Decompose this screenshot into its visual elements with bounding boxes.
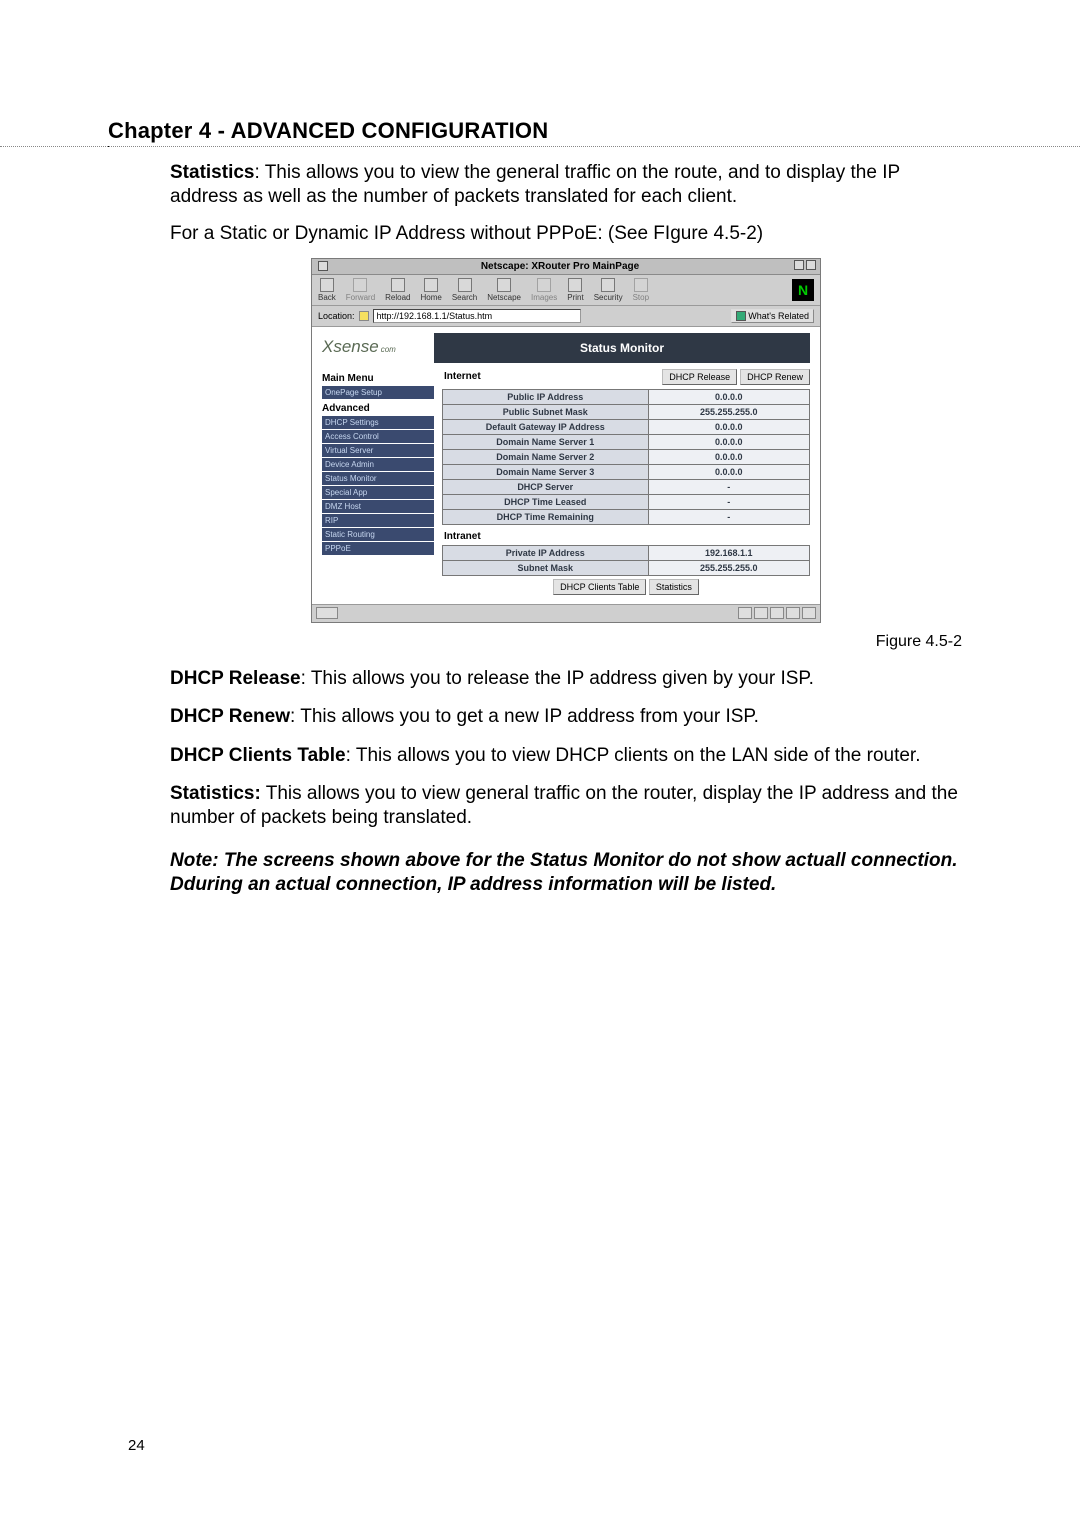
dhcp-clients-table-button[interactable]: DHCP Clients Table xyxy=(553,579,646,595)
label-statistics-2: Statistics: xyxy=(170,783,261,804)
sidebar-menu: Main Menu OnePage Setup Advanced DHCP Se… xyxy=(322,369,434,556)
location-input[interactable]: http://192.168.1.1/Status.htm xyxy=(373,309,581,323)
table-row: DHCP Time Remaining- xyxy=(443,509,810,524)
text-dhcp-renew: : This allows you to get a new IP addres… xyxy=(290,706,759,727)
page-content: Xsensecom Status Monitor Main Menu OnePa… xyxy=(312,327,820,604)
status-left-icon xyxy=(316,607,338,619)
stop-icon xyxy=(634,278,648,292)
text-statistics: : This allows you to view the general tr… xyxy=(170,162,900,207)
router-logo: Xsensecom xyxy=(312,327,434,369)
reload-button[interactable]: Reload xyxy=(385,278,410,302)
reload-icon xyxy=(391,278,405,292)
menu-device-admin[interactable]: Device Admin xyxy=(322,458,434,471)
window-button-2[interactable] xyxy=(806,260,816,270)
table-row: DHCP Time Leased- xyxy=(443,494,810,509)
back-button[interactable]: Back xyxy=(318,278,336,302)
status-monitor-banner: Status Monitor xyxy=(434,333,810,363)
table-row: DHCP Server- xyxy=(443,479,810,494)
dhcp-renew-button[interactable]: DHCP Renew xyxy=(740,369,810,385)
para-dhcp-renew: DHCP Renew: This allows you to get a new… xyxy=(170,705,962,729)
table-row: Domain Name Server 20.0.0.0 xyxy=(443,449,810,464)
location-bar: Location: http://192.168.1.1/Status.htm … xyxy=(312,306,820,327)
table-row: Default Gateway IP Address0.0.0.0 xyxy=(443,419,810,434)
label-dhcp-renew: DHCP Renew xyxy=(170,706,290,727)
menu-static-routing[interactable]: Static Routing xyxy=(322,528,434,541)
window-button-1[interactable] xyxy=(794,260,804,270)
intranet-table: Private IP Address192.168.1.1 Subnet Mas… xyxy=(442,545,810,576)
internet-table: Public IP Address0.0.0.0 Public Subnet M… xyxy=(442,389,810,525)
table-row: Public Subnet Mask255.255.255.0 xyxy=(443,404,810,419)
forward-icon xyxy=(353,278,367,292)
location-label: Location: xyxy=(318,311,355,321)
print-icon xyxy=(568,278,582,292)
bookmark-icon[interactable] xyxy=(359,311,369,321)
table-row: Public IP Address0.0.0.0 xyxy=(443,389,810,404)
menu-rip[interactable]: RIP xyxy=(322,514,434,527)
table-row: Domain Name Server 10.0.0.0 xyxy=(443,434,810,449)
related-icon xyxy=(736,311,746,321)
home-button[interactable]: Home xyxy=(421,278,442,302)
netscape-icon xyxy=(497,278,511,292)
menu-status-monitor[interactable]: Status Monitor xyxy=(322,472,434,485)
security-icon xyxy=(601,278,615,292)
para-static-dynamic: For a Static or Dynamic IP Address witho… xyxy=(170,222,962,246)
print-button[interactable]: Print xyxy=(567,278,583,302)
menu-advanced-heading: Advanced xyxy=(322,403,434,414)
menu-onepage-setup[interactable]: OnePage Setup xyxy=(322,386,434,399)
para-statistics: Statistics: This allows you to view the … xyxy=(170,161,962,210)
netscape-button[interactable]: Netscape xyxy=(487,278,521,302)
menu-access-control[interactable]: Access Control xyxy=(322,430,434,443)
netscape-window: Netscape: XRouter Pro MainPage Back Forw… xyxy=(311,258,821,623)
label-statistics: Statistics xyxy=(170,162,254,183)
menu-virtual-server[interactable]: Virtual Server xyxy=(322,444,434,457)
para-dhcp-release: DHCP Release: This allows you to release… xyxy=(170,667,962,691)
statistics-button[interactable]: Statistics xyxy=(649,579,699,595)
status-pane: DHCP Release DHCP Renew Internet Public … xyxy=(442,369,810,594)
figure-4-5-2: Netscape: XRouter Pro MainPage Back Forw… xyxy=(311,258,821,623)
window-title: Netscape: XRouter Pro MainPage xyxy=(328,261,792,272)
page-number: 24 xyxy=(128,1437,145,1454)
text-dhcp-release: : This allows you to release the IP addr… xyxy=(301,668,814,689)
search-button[interactable]: Search xyxy=(452,278,477,302)
dhcp-release-button[interactable]: DHCP Release xyxy=(662,369,737,385)
table-row: Domain Name Server 30.0.0.0 xyxy=(443,464,810,479)
label-dhcp-clients: DHCP Clients Table xyxy=(170,745,346,766)
security-button[interactable]: Security xyxy=(594,278,623,302)
para-dhcp-clients: DHCP Clients Table: This allows you to v… xyxy=(170,744,962,768)
text-dhcp-clients: : This allows you to view DHCP clients o… xyxy=(346,745,921,766)
chapter-divider xyxy=(0,146,1080,147)
intranet-section-label: Intranet xyxy=(444,531,810,542)
browser-toolbar: Back Forward Reload Home Search Netscape… xyxy=(312,275,820,306)
search-icon xyxy=(458,278,472,292)
status-icon-3 xyxy=(770,607,784,619)
browser-statusbar xyxy=(312,604,820,622)
status-icon-2 xyxy=(754,607,768,619)
status-icon-1 xyxy=(738,607,752,619)
figure-caption: Figure 4.5-2 xyxy=(170,633,962,651)
menu-special-app[interactable]: Special App xyxy=(322,486,434,499)
home-icon xyxy=(424,278,438,292)
menu-pppoe[interactable]: PPPoE xyxy=(322,542,434,555)
text-statistics-2: This allows you to view general traffic … xyxy=(170,783,958,828)
menu-dmz-host[interactable]: DMZ Host xyxy=(322,500,434,513)
menu-dhcp-settings[interactable]: DHCP Settings xyxy=(322,416,434,429)
table-row: Subnet Mask255.255.255.0 xyxy=(443,560,810,575)
note-text: Note: The screens shown above for the St… xyxy=(170,849,962,898)
netscape-logo: N xyxy=(792,279,814,301)
status-icon-4 xyxy=(786,607,800,619)
window-menu-icon[interactable] xyxy=(318,261,328,271)
whats-related-button[interactable]: What's Related xyxy=(731,309,814,323)
label-dhcp-release: DHCP Release xyxy=(170,668,301,689)
stop-button[interactable]: Stop xyxy=(633,278,649,302)
forward-button[interactable]: Forward xyxy=(346,278,375,302)
chapter-title: Chapter 4 - ADVANCED CONFIGURATION xyxy=(108,118,972,147)
back-icon xyxy=(320,278,334,292)
window-titlebar: Netscape: XRouter Pro MainPage xyxy=(312,259,820,275)
table-row: Private IP Address192.168.1.1 xyxy=(443,545,810,560)
images-icon xyxy=(537,278,551,292)
menu-main-heading: Main Menu xyxy=(322,373,434,384)
para-statistics-2: Statistics: This allows you to view gene… xyxy=(170,782,962,831)
images-button[interactable]: Images xyxy=(531,278,557,302)
status-icon-5 xyxy=(802,607,816,619)
